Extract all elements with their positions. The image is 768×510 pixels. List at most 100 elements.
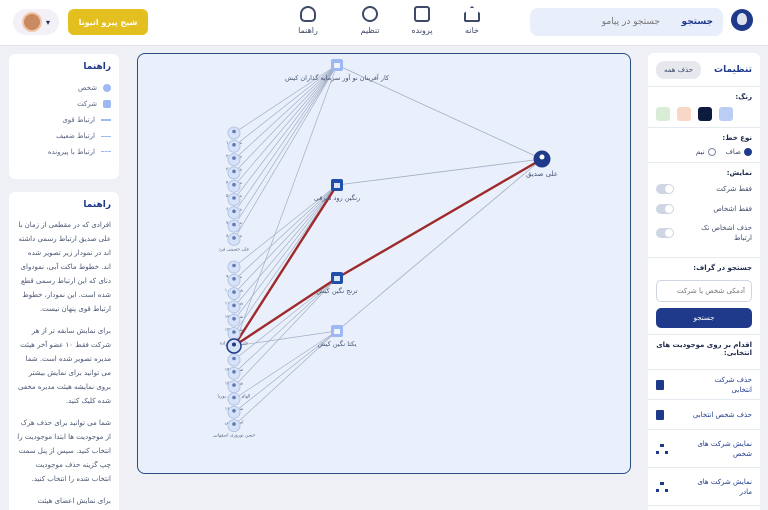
nav-settings[interactable]: تنظیم: [346, 6, 394, 35]
nav-guide-label: راهنما: [298, 26, 318, 35]
dashed-line-icon: [101, 151, 111, 153]
legend-panel: راهنما شخص شرکت ارتباط قوی ارتباط ضعیف ا…: [9, 54, 119, 179]
color-swatch[interactable]: [677, 107, 691, 121]
delete-icon: [656, 409, 664, 420]
person-icon: [232, 222, 236, 227]
card-icon: [414, 6, 430, 22]
graph-search-button[interactable]: جستجو: [656, 308, 752, 328]
legend-item-weak: ارتباط ضعیف: [17, 128, 111, 144]
gear-icon: [362, 6, 378, 22]
line-type-half[interactable]: نیم: [696, 148, 716, 156]
color-swatch[interactable]: [698, 107, 712, 121]
bulb-icon: [300, 6, 316, 22]
action-label: حذف شرکت انتخابی: [714, 375, 752, 394]
guide-paragraph: افرادی که در مقطعی از زمان با علی صدیق ا…: [18, 221, 111, 313]
strong-edge: [336, 157, 543, 280]
person-icon: [232, 182, 236, 187]
color-swatch[interactable]: [719, 107, 733, 121]
top-bar: جستجو خانه پرونده تنظیم راهنما شیخ پیرو …: [0, 0, 768, 46]
show-label: نمایش:: [726, 169, 752, 177]
person-icon: [232, 156, 236, 160]
person-icon: [232, 409, 236, 413]
delete-icon: [656, 379, 664, 390]
person-icon: [232, 290, 236, 294]
reset-button[interactable]: حذف همه: [656, 60, 701, 79]
legend-label: شرکت: [77, 100, 97, 108]
color-swatch[interactable]: [656, 107, 670, 121]
person-icon: [232, 236, 236, 240]
action-remove-company[interactable]: حذف شرکت انتخابی: [648, 370, 760, 400]
nav-home[interactable]: خانه: [448, 6, 496, 35]
legend-label: ارتباط قوی: [62, 116, 95, 124]
person-icon: [232, 395, 236, 400]
legend-item-dossier: ارتباط با پیرونده: [17, 144, 111, 160]
toggle-label: فقط اشخاص: [713, 205, 752, 213]
color-label: رنگ:: [735, 93, 752, 101]
search-input[interactable]: [540, 17, 660, 27]
person-icon: [232, 383, 236, 387]
person-icon: [232, 316, 236, 321]
legend-title: راهنما: [83, 62, 111, 72]
action-show-parent-companies[interactable]: نمایش شرکت های مادر: [648, 468, 760, 506]
line-type-section: نوع خط: صاف نیم: [648, 128, 760, 163]
building-icon: [334, 183, 340, 188]
person-icon: [232, 129, 236, 134]
toggle-switch[interactable]: [656, 204, 674, 214]
line-type-straight[interactable]: صاف: [726, 148, 752, 156]
guide-paragraph: شما می توانید برای حذف هرک از موجودیت ها…: [17, 419, 111, 483]
toggle-label: فقط شرکت: [716, 185, 752, 193]
toggle-single-link[interactable]: حذف اشخاص تک ارتباط: [656, 223, 752, 243]
settings-title: تنظیمات: [714, 64, 752, 75]
toggle-companies[interactable]: فقط شرکت: [656, 183, 752, 195]
center-person-label: علی صدیق: [526, 170, 558, 178]
graph-edge: [233, 64, 338, 214]
graph-canvas[interactable]: شخص ۱شخص ۲شخص ۳شخص ۴شخص ۵شخص ۶شخص ۷شخص ۸…: [138, 54, 632, 475]
person-icon: [232, 356, 236, 361]
hierarchy-icon: [656, 481, 668, 492]
building-icon: [334, 63, 340, 68]
graph-search-input[interactable]: [656, 280, 752, 302]
nav-guide[interactable]: راهنما: [284, 6, 332, 35]
toggle-label: حذف اشخاص تک ارتباط: [701, 224, 752, 242]
radio-label: صاف: [725, 148, 741, 156]
radio-icon: [707, 148, 716, 156]
strong-line-icon: [101, 119, 111, 121]
action-show-person-companies[interactable]: نمایش شرکت های شخص: [648, 430, 760, 468]
company-label: کار آفرینان نو آور سرمایه گذاران کیش: [285, 73, 390, 82]
global-search[interactable]: جستجو: [530, 8, 723, 36]
nav-settings-label: تنظیم: [360, 26, 380, 35]
relationship-graph[interactable]: شخص ۱شخص ۲شخص ۳شخص ۴شخص ۵شخص ۶شخص ۷شخص ۸…: [137, 53, 631, 474]
company-label: یکتا نگین کیش: [317, 340, 356, 348]
graph-edge: [336, 158, 543, 186]
person-icon: [232, 196, 236, 200]
building-icon: [334, 276, 340, 281]
color-swatches: [656, 107, 752, 121]
actions-section: اقدام بر روی موجودیت های انتخابی:: [648, 335, 760, 370]
company-label: ترنج نگین کیش: [316, 287, 357, 295]
avatar: [21, 12, 42, 32]
person-icon: [539, 154, 545, 160]
person-icon: [232, 143, 236, 147]
graph-edge: [336, 158, 543, 332]
color-section: رنگ:: [648, 87, 760, 128]
show-section: نمایش: فقط شرکت فقط اشخاص حذف اشخاص تک ا…: [648, 163, 760, 258]
guide-panel: راهنما افرادی که در مقطعی از زمان با علی…: [9, 192, 119, 510]
building-icon: [334, 329, 340, 334]
user-menu[interactable]: ▾: [13, 9, 59, 35]
chevron-down-icon: ▾: [45, 17, 50, 27]
cta-button[interactable]: شیخ پیرو اتیونا: [68, 9, 148, 35]
toggle-switch[interactable]: [656, 228, 674, 238]
toggle-persons[interactable]: فقط اشخاص: [656, 203, 752, 215]
nav-home-label: خانه: [465, 26, 479, 35]
app-logo[interactable]: [731, 9, 753, 31]
settings-panel: تنظیمات حذف همه رنگ: نوع خط: صاف نیم نما…: [648, 53, 760, 510]
action-remove-person[interactable]: حذف شخص انتخابی: [648, 400, 760, 430]
toggle-switch[interactable]: [656, 184, 674, 194]
legend-label: شخص: [78, 84, 97, 92]
graph-edge: [233, 64, 338, 200]
radio-label: نیم: [695, 148, 705, 156]
nav-file[interactable]: پرونده: [398, 6, 446, 35]
strong-edge: [232, 184, 339, 347]
nav-file-label: پرونده: [411, 26, 433, 35]
search-button[interactable]: جستجو: [682, 17, 713, 27]
